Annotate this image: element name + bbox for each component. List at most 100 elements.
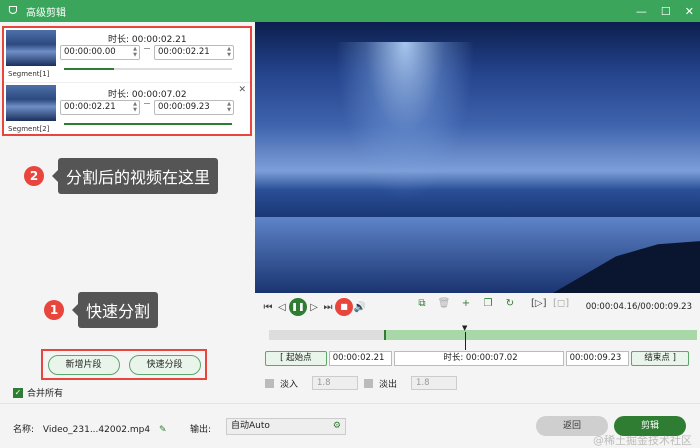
range-separator: [144, 103, 150, 104]
fade-out-checkbox[interactable]: [364, 378, 373, 388]
split-icon[interactable]: ⧉: [415, 298, 429, 309]
fade-in-select[interactable]: 1.8: [312, 376, 358, 390]
segment-start-input[interactable]: 00:00:02.21 ▲ ▼: [60, 100, 140, 115]
segment-label: Segment[1]: [8, 70, 50, 78]
mark-out-icon[interactable]: [◻]: [553, 298, 569, 309]
end-time-value: 00:00:09.23: [569, 353, 622, 363]
fade-in-checkbox[interactable]: [265, 378, 274, 388]
segment-duration: 时长: 00:00:02.21: [108, 35, 187, 45]
output-label: 输出:: [190, 425, 212, 435]
player-controls: ⏮ ◁ ❚❚ ▷ ⏭ ■ 🔊 ⧉ 🗑 + ❐ ↻ [▷] [◻] 00:00:0…: [255, 293, 700, 403]
timeline-selection[interactable]: [384, 330, 697, 340]
segment-item[interactable]: Segment[1] 时长: 00:00:02.21 00:00:00.00 ▲ ▼…: [4, 28, 250, 81]
stop-button[interactable]: ■: [335, 298, 353, 316]
split-buttons-group: 新增片段 快速分段: [41, 349, 207, 380]
timecode: 00:00:04.16/00:00:09.23: [585, 302, 692, 312]
delete-segment-icon[interactable]: ✕: [238, 85, 246, 95]
segment-start-value: 00:00:00.00: [64, 47, 116, 57]
window-title: 高级剪辑: [26, 7, 66, 19]
callout-number: 1: [44, 300, 64, 320]
name-label: 名称:: [13, 425, 35, 435]
gear-icon[interactable]: ⚙: [333, 419, 341, 434]
app-logo-icon: ᗜ: [8, 4, 18, 17]
spinner-icon[interactable]: ▲ ▼: [133, 101, 137, 113]
segment-list: Segment[1] 时长: 00:00:02.21 00:00:00.00 ▲ ▼…: [2, 26, 252, 136]
fade-out-label: 淡出: [379, 379, 398, 390]
fade-in-value: 1.8: [317, 378, 331, 388]
maximize-button[interactable]: ☐: [661, 5, 671, 18]
copy-icon[interactable]: ❐: [481, 298, 495, 309]
spinner-icon[interactable]: ▲ ▼: [227, 101, 231, 113]
segment-item[interactable]: Segment[2] 时长: 00:00:07.02 ✕ 00:00:02.21…: [4, 82, 250, 135]
range-separator: [144, 48, 150, 49]
segment-thumbnail[interactable]: [6, 30, 56, 66]
segment-end-input[interactable]: 00:00:02.21 ▲ ▼: [154, 45, 234, 60]
start-point-button[interactable]: [ 起始点: [265, 351, 327, 366]
fade-in-label: 淡入: [280, 379, 299, 390]
edit-icon[interactable]: ✎: [159, 425, 167, 435]
output-value: 自动Auto: [231, 421, 270, 431]
trim-duration: 时长: 00:00:07.02: [394, 351, 564, 366]
checkmark-icon[interactable]: ✓: [13, 387, 23, 398]
end-time-input[interactable]: 00:00:09.23: [565, 351, 630, 366]
name-value: Video_231...42002.mp4: [42, 425, 151, 435]
mark-in-icon[interactable]: [▷]: [531, 298, 547, 309]
skip-start-icon[interactable]: ⏮: [261, 302, 275, 313]
add-segment-button[interactable]: 新增片段: [47, 354, 120, 375]
merge-all-checkbox[interactable]: ✓ 合并所有: [13, 386, 63, 399]
segment-end-input[interactable]: 00:00:09.23 ▲ ▼: [154, 100, 234, 115]
callout-quick-split: 1 快速分割: [44, 292, 159, 328]
segment-progress: [64, 123, 232, 125]
next-frame-icon[interactable]: ▷: [307, 302, 321, 313]
callout-text: 分割后的视频在这里: [51, 158, 219, 194]
pause-button[interactable]: ❚❚: [289, 298, 307, 316]
spinner-icon[interactable]: ▲ ▼: [227, 46, 231, 58]
watermark: @稀土掘金技术社区: [593, 434, 692, 447]
spinner-icon[interactable]: ▲ ▼: [133, 46, 137, 58]
add-icon[interactable]: +: [459, 298, 473, 309]
trim-row: [ 起始点 00:00:02.21 时长: 00:00:07.02 00:00:…: [265, 350, 689, 367]
start-time-value: 00:00:02.21: [332, 353, 385, 363]
quick-split-button[interactable]: 快速分段: [128, 354, 201, 375]
timeline-track[interactable]: ▼: [269, 324, 697, 350]
end-point-button[interactable]: 结束点 ]: [631, 351, 689, 366]
trim-duration-label: 时长: 00:00:07.02: [443, 353, 518, 363]
segment-end-value: 00:00:09.23: [158, 102, 210, 112]
minimize-button[interactable]: —: [636, 5, 647, 18]
fade-out-select[interactable]: 1.8: [411, 376, 457, 390]
reset-icon[interactable]: ↻: [503, 298, 517, 309]
segment-thumbnail[interactable]: [6, 85, 56, 121]
close-button[interactable]: ✕: [685, 5, 694, 18]
segment-progress: [64, 68, 232, 70]
start-time-input[interactable]: 00:00:02.21: [328, 351, 393, 366]
footer-bar: 名称: Video_231...42002.mp4 ✎ 输出: 自动Auto ⚙…: [0, 403, 700, 447]
fade-row: 淡入 1.8 淡出 1.8: [265, 376, 457, 390]
name-field: 名称: Video_231...42002.mp4 ✎: [13, 422, 167, 435]
segment-progress-fill: [64, 123, 232, 125]
skip-end-icon[interactable]: ⏭: [321, 302, 335, 313]
video-preview[interactable]: [255, 22, 700, 293]
playhead-line: [465, 332, 466, 350]
left-panel: Segment[1] 时长: 00:00:02.21 00:00:00.00 ▲ ▼…: [0, 22, 254, 402]
title-bar: ᗜ 高级剪辑 — ☐ ✕: [0, 0, 700, 22]
delete-icon[interactable]: 🗑: [437, 298, 451, 309]
segment-duration: 时长: 00:00:07.02: [108, 90, 187, 100]
transport-bar: ⏮ ◁ ❚❚ ▷ ⏭ ■ 🔊: [261, 298, 367, 316]
segment-start-input[interactable]: 00:00:00.00 ▲ ▼: [60, 45, 140, 60]
segment-label: Segment[2]: [8, 125, 50, 133]
callout-text: 快速分割: [71, 292, 159, 328]
edit-tools: ⧉ 🗑 + ❐ ↻ [▷] [◻]: [415, 298, 569, 309]
preview-light: [335, 42, 475, 202]
merge-all-label: 合并所有: [27, 389, 64, 399]
output-select[interactable]: 自动Auto ⚙: [226, 418, 346, 435]
segment-progress-fill: [64, 68, 115, 70]
playhead-icon[interactable]: ▼: [462, 324, 467, 332]
volume-icon[interactable]: 🔊: [353, 302, 367, 313]
callout-segments: 2 分割后的视频在这里: [24, 158, 219, 194]
end-point-label: 结束点: [644, 353, 670, 363]
segment-end-value: 00:00:02.21: [158, 47, 210, 57]
fade-out-value: 1.8: [416, 378, 430, 388]
prev-frame-icon[interactable]: ◁: [275, 302, 289, 313]
start-point-label: 起始点: [286, 353, 312, 363]
callout-number: 2: [24, 166, 44, 186]
